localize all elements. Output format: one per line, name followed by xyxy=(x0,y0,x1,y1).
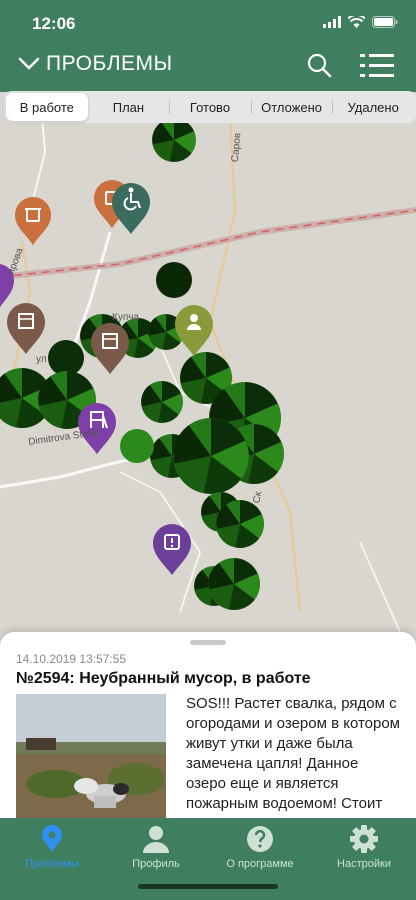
cluster-marker[interactable] xyxy=(141,381,183,423)
problem-card-sheet[interactable]: 14.10.2019 13:57:55 №2594: Неубранный му… xyxy=(0,632,416,822)
tab-in-progress[interactable]: В работе xyxy=(6,93,88,121)
tab-label: Готово xyxy=(189,99,231,115)
page-title: ПРОБЛЕМЫ xyxy=(46,52,173,75)
status-icons xyxy=(323,16,398,28)
tab-label: В работе xyxy=(19,99,74,115)
map-canvas[interactable] xyxy=(0,91,416,652)
wheelchair-marker-icon[interactable] xyxy=(112,183,150,234)
wifi-icon xyxy=(348,16,365,28)
profile-icon xyxy=(143,826,169,853)
problem-photo[interactable] xyxy=(16,694,166,822)
header: ПРОБЛЕМЫ xyxy=(0,50,416,84)
tab-label: Отложено xyxy=(261,99,323,115)
tab-done[interactable]: Готово xyxy=(169,93,251,121)
tab-bar-label: Профиль xyxy=(132,858,180,870)
status-time: 12:06 xyxy=(32,14,76,33)
title-dropdown[interactable]: ПРОБЛЕМЫ xyxy=(18,52,173,76)
list-icon xyxy=(360,54,394,77)
tab-label: План xyxy=(112,99,145,115)
tab-plan[interactable]: План xyxy=(88,93,170,121)
map-view[interactable]: Dimitrova Street ул Купча ирова Саров Ск xyxy=(0,91,416,652)
home-indicator xyxy=(138,884,278,889)
street-label: ул xyxy=(36,354,47,365)
trash-marker-icon[interactable] xyxy=(15,197,51,245)
search-button[interactable] xyxy=(306,52,332,83)
cluster-marker[interactable] xyxy=(120,429,154,463)
chevron-down-icon xyxy=(18,57,40,70)
status-bar: 12:06 xyxy=(0,14,416,36)
warning-marker-icon[interactable] xyxy=(153,524,191,575)
top-bar: 12:06 ПРОБЛЕМЫ xyxy=(0,0,416,92)
tab-label: Удалено xyxy=(347,99,399,115)
building-marker-icon[interactable] xyxy=(7,303,45,354)
list-view-button[interactable] xyxy=(360,52,394,85)
problem-date: 14.10.2019 13:57:55 xyxy=(16,652,127,666)
street-label: Купча xyxy=(112,312,140,323)
app-screen: Dimitrova Street ул Купча ирова Саров Ск… xyxy=(0,0,416,900)
cluster-marker[interactable] xyxy=(208,558,260,610)
tab-deleted[interactable]: Удалено xyxy=(332,93,414,121)
cluster-marker[interactable] xyxy=(152,118,196,162)
status-segmented-control: В работе План Готово Отложено Удалено xyxy=(4,91,416,123)
building-marker-icon[interactable] xyxy=(91,323,129,374)
tab-bar-problems[interactable]: Проблемы xyxy=(0,824,104,870)
cluster-marker[interactable] xyxy=(48,340,84,376)
tab-bar-about[interactable]: О программе xyxy=(208,824,312,870)
problem-description: SOS!!! Растет свалка, рядом с огородами … xyxy=(186,695,400,822)
problem-photo-image xyxy=(16,694,166,822)
cluster-marker[interactable] xyxy=(173,418,249,494)
tab-bar-label: Настройки xyxy=(337,858,391,870)
tab-bar-label: Проблемы xyxy=(25,858,79,870)
help-icon xyxy=(247,826,273,852)
map-pin-icon xyxy=(42,825,62,852)
tab-postponed[interactable]: Отложено xyxy=(250,93,333,121)
person-marker-icon[interactable] xyxy=(175,305,213,356)
tab-bar-settings[interactable]: Настройки xyxy=(312,824,416,870)
tab-bar-profile[interactable]: Профиль xyxy=(104,824,208,870)
search-icon xyxy=(307,53,332,78)
tab-bar-label: О программе xyxy=(226,858,294,870)
settings-gear-icon xyxy=(350,825,378,853)
cluster-marker[interactable] xyxy=(156,262,192,298)
street-label: Ск xyxy=(251,490,265,505)
problem-title[interactable]: №2594: Неубранный мусор, в работе xyxy=(16,670,311,688)
signal-icon xyxy=(323,16,341,28)
sheet-grabber[interactable] xyxy=(190,640,226,645)
battery-icon xyxy=(372,16,398,28)
cluster-marker[interactable] xyxy=(216,500,264,548)
